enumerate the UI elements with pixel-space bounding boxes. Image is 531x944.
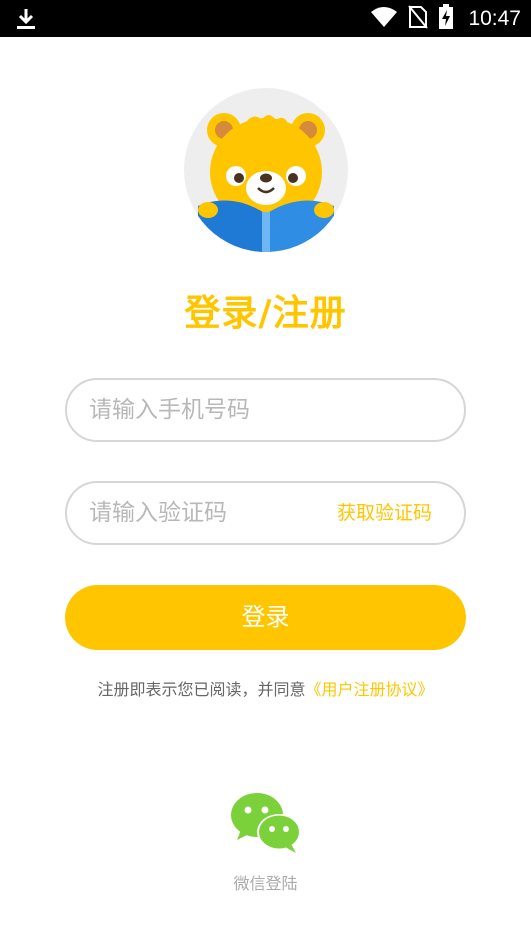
- phone-field[interactable]: [65, 378, 466, 442]
- page-title: 登录/注册: [184, 293, 347, 334]
- no-sim-icon: [408, 4, 429, 33]
- agreement-notice: 注册即表示您已阅读，并同意《用户注册协议》: [0, 676, 531, 700]
- verification-code-field[interactable]: 获取验证码: [65, 481, 466, 545]
- status-time: 10:47: [468, 6, 521, 30]
- wechat-login-label: 微信登陆: [233, 874, 298, 893]
- phone-input[interactable]: [89, 380, 439, 440]
- login-button[interactable]: 登录: [65, 585, 466, 650]
- download-icon: [14, 7, 38, 35]
- bear-reading-book-icon: [198, 113, 334, 252]
- wifi-icon: [370, 6, 398, 32]
- wechat-login-button[interactable]: [226, 790, 306, 854]
- wechat-icon: [231, 793, 301, 853]
- status-bar: 10:47: [0, 0, 531, 37]
- app-logo: [184, 88, 348, 252]
- user-agreement-link[interactable]: 《用户注册协议》: [306, 680, 434, 699]
- verification-code-input[interactable]: [89, 483, 309, 543]
- get-code-button[interactable]: 获取验证码: [337, 483, 432, 543]
- battery-charging-icon: [438, 3, 454, 34]
- agreement-text: 注册即表示您已阅读，并同意: [97, 680, 306, 699]
